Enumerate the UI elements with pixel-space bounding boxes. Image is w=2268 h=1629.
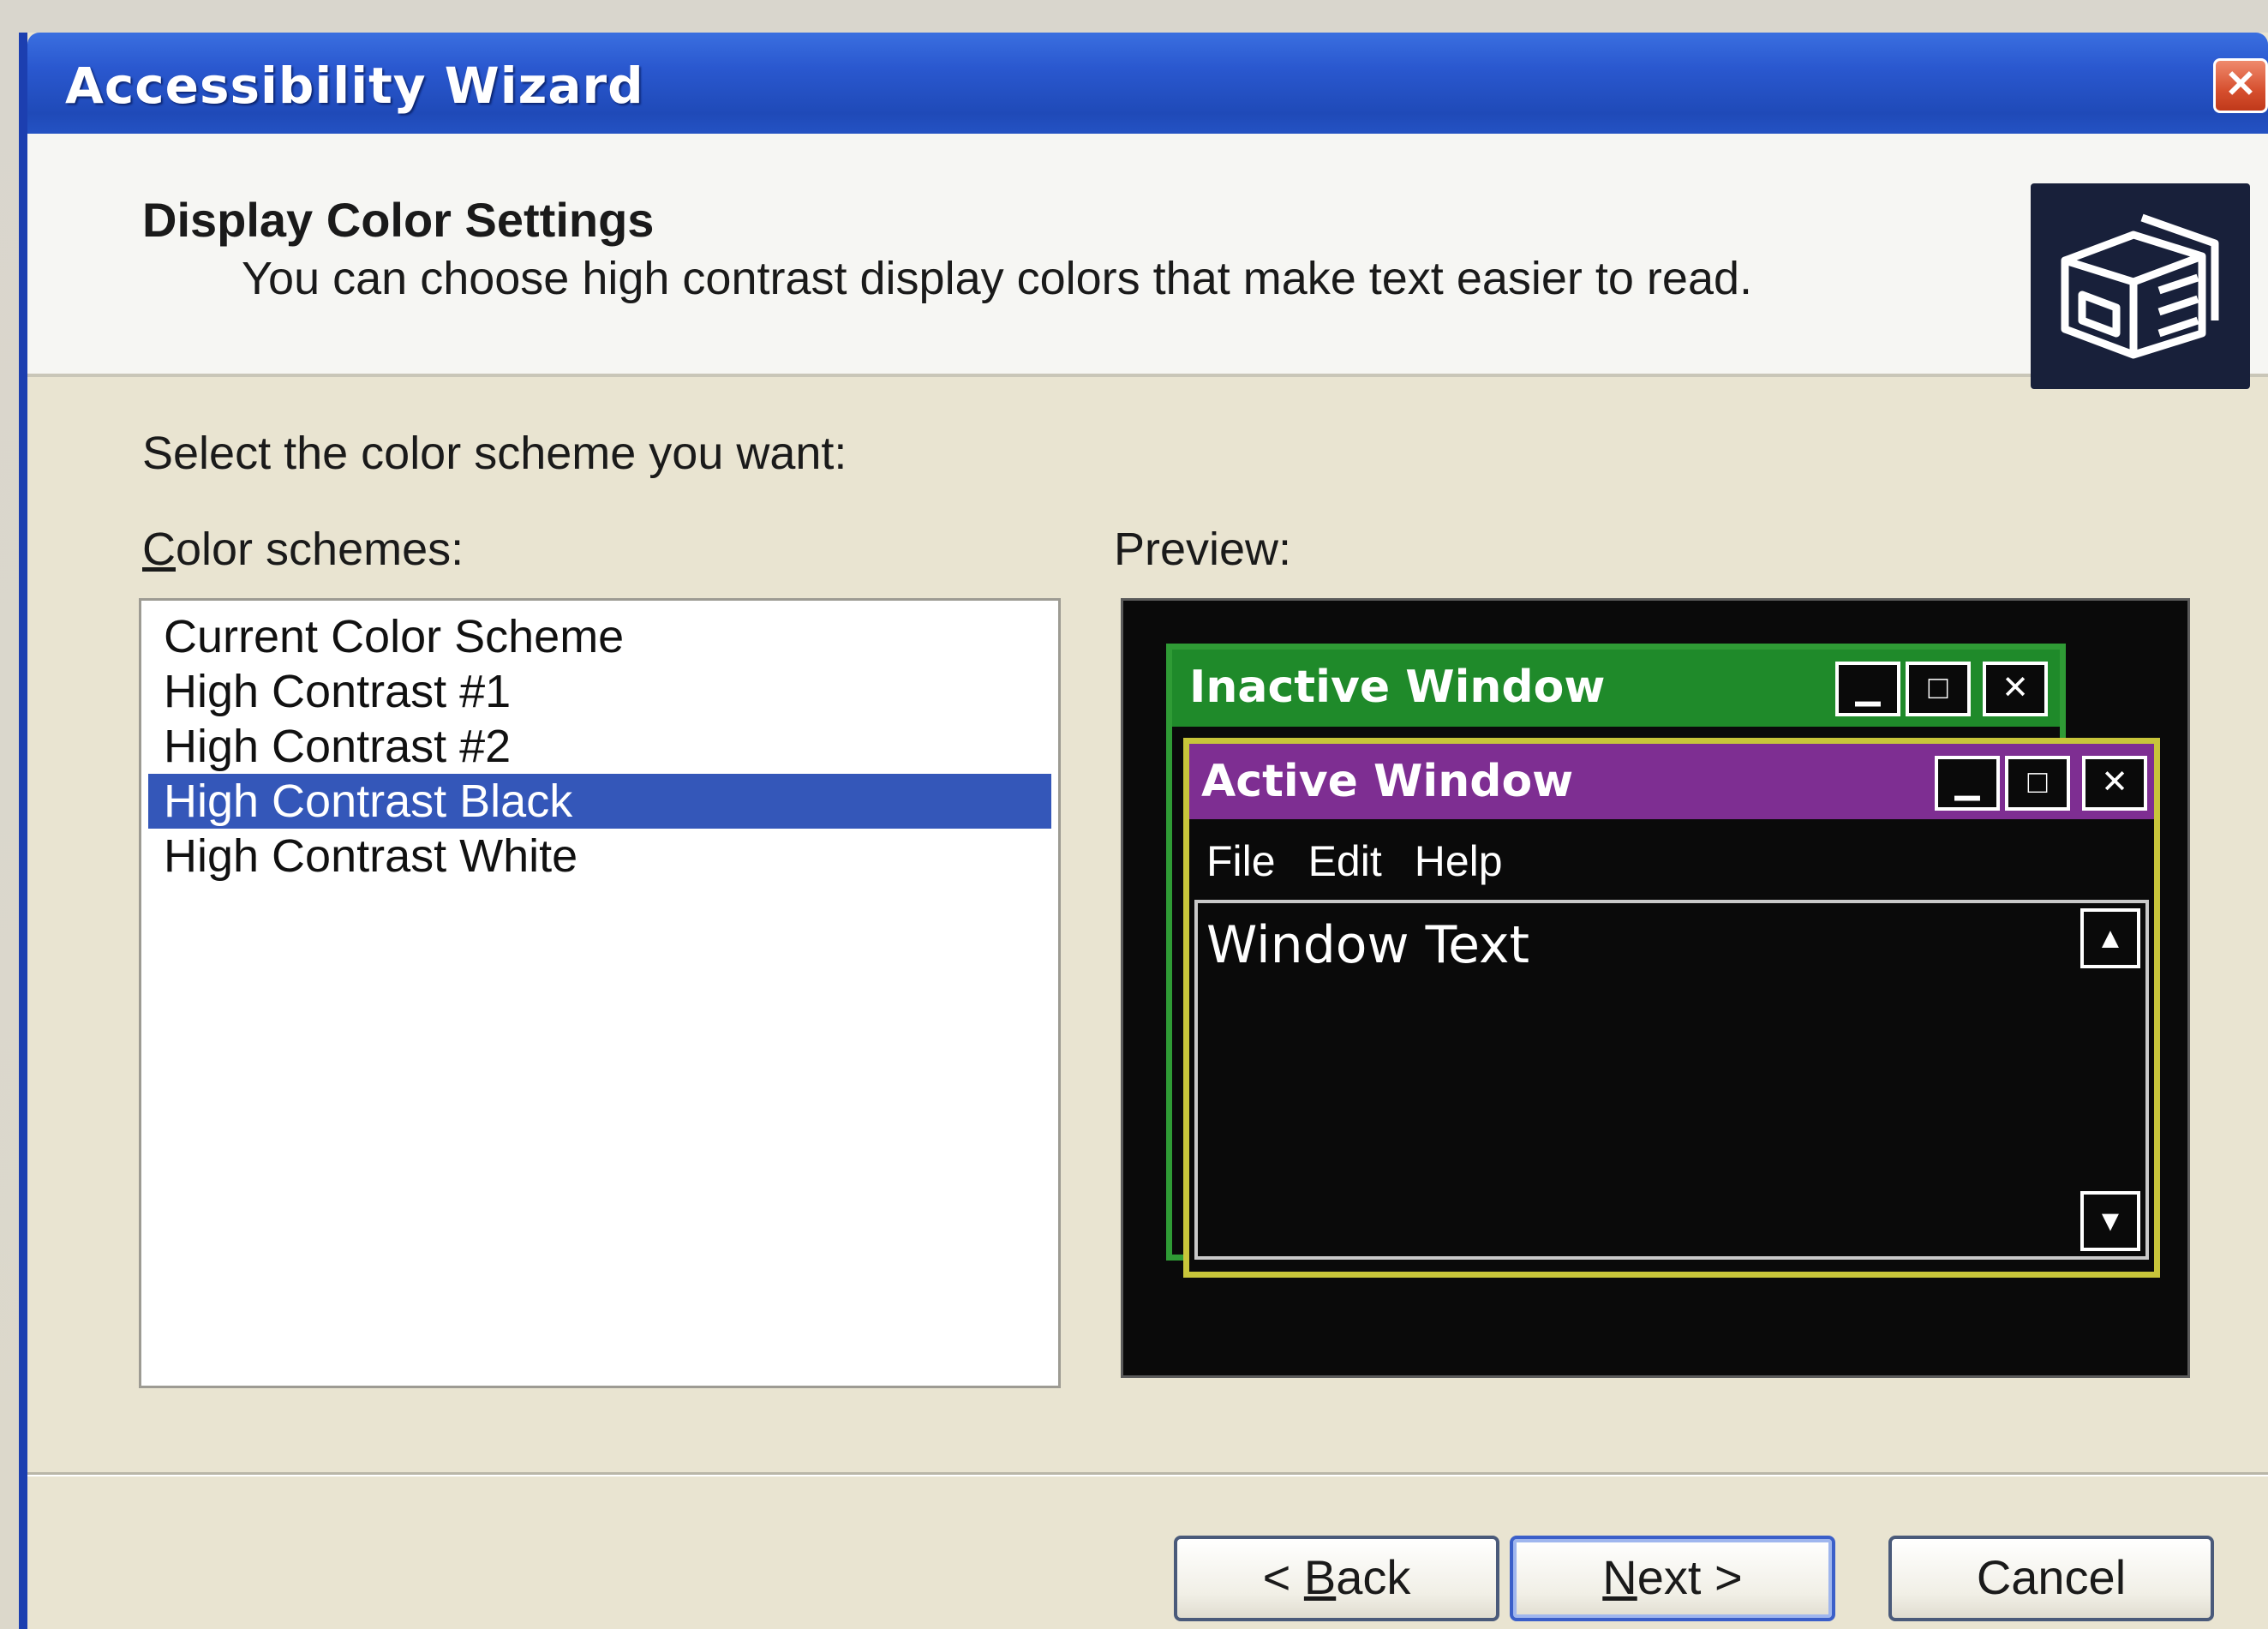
back-button-mnemonic: B (1303, 1550, 1337, 1604)
preview-active-titlebar: Active Window ▁ □ ✕ (1189, 744, 2154, 819)
preview-label: Preview: (1114, 524, 1292, 575)
cancel-button[interactable]: Cancel (1888, 1536, 2214, 1621)
maximize-icon: □ (2005, 756, 2070, 811)
close-icon: ✕ (1983, 662, 2048, 716)
page: Accessibility Wizard ✕ Display Color Set… (0, 0, 2268, 1629)
maximize-icon: □ (1906, 662, 1971, 716)
minimize-icon: ▁ (1935, 756, 2000, 811)
list-item-high-contrast-black[interactable]: High Contrast Black (148, 774, 1051, 829)
wizard-window: Accessibility Wizard ✕ Display Color Set… (19, 33, 2268, 1629)
next-button-label: ext > (1637, 1550, 1743, 1604)
back-button-label: ack (1336, 1550, 1411, 1604)
preview-menu-file: File (1206, 837, 1276, 885)
back-button[interactable]: < Back (1174, 1536, 1499, 1621)
next-button[interactable]: Next > (1510, 1536, 1835, 1621)
close-button[interactable]: ✕ (2213, 58, 2268, 113)
preview-menu-edit: Edit (1308, 837, 1382, 885)
preview-window-text: Window Text (1206, 915, 1529, 975)
wizard-header: Display Color Settings You can choose hi… (27, 134, 2268, 389)
preview-inactive-titlebar: Inactive Window ▁ □ ✕ (1172, 650, 2060, 727)
scroll-up-icon: ▲ (2080, 908, 2140, 968)
footer-divider (27, 1472, 2268, 1476)
color-schemes-label: Color schemes: (142, 523, 464, 576)
list-item-current-color-scheme[interactable]: Current Color Scheme (148, 609, 1051, 664)
preview-menubar: File Edit Help (1206, 836, 1535, 886)
scroll-down-icon: ▼ (2080, 1191, 2140, 1251)
close-icon: ✕ (2224, 63, 2257, 105)
next-button-mnemonic: N (1602, 1550, 1637, 1604)
title-bar[interactable]: Accessibility Wizard ✕ (27, 33, 2268, 134)
list-item-high-contrast-white[interactable]: High Contrast White (148, 829, 1051, 883)
color-schemes-mnemonic: C (142, 524, 176, 575)
preview-text-area: Window Text ▲ ▼ (1194, 900, 2149, 1260)
preview-inactive-title: Inactive Window (1189, 662, 1606, 713)
accessibility-wizard-icon (2031, 183, 2250, 389)
preview-panel: Inactive Window ▁ □ ✕ Active Window ▁ □ … (1121, 598, 2190, 1378)
color-schemes-label-text: olor schemes: (176, 524, 464, 575)
page-title: Display Color Settings (142, 193, 655, 247)
scheme-prompt: Select the color scheme you want: (142, 428, 847, 479)
back-button-prefix: < (1262, 1550, 1304, 1604)
minimize-icon: ▁ (1835, 662, 1900, 716)
preview-active-title: Active Window (1201, 756, 1574, 807)
color-schemes-list[interactable]: Current Color Scheme High Contrast #1 Hi… (139, 598, 1061, 1388)
preview-active-window: Active Window ▁ □ ✕ File Edit Help Window … (1183, 738, 2160, 1278)
page-subtitle: You can choose high contrast display col… (242, 253, 1753, 304)
close-icon: ✕ (2082, 756, 2147, 811)
preview-menu-help: Help (1414, 837, 1503, 885)
list-item-high-contrast-2[interactable]: High Contrast #2 (148, 719, 1051, 774)
window-title: Accessibility Wizard (65, 57, 644, 115)
list-item-high-contrast-1[interactable]: High Contrast #1 (148, 664, 1051, 719)
